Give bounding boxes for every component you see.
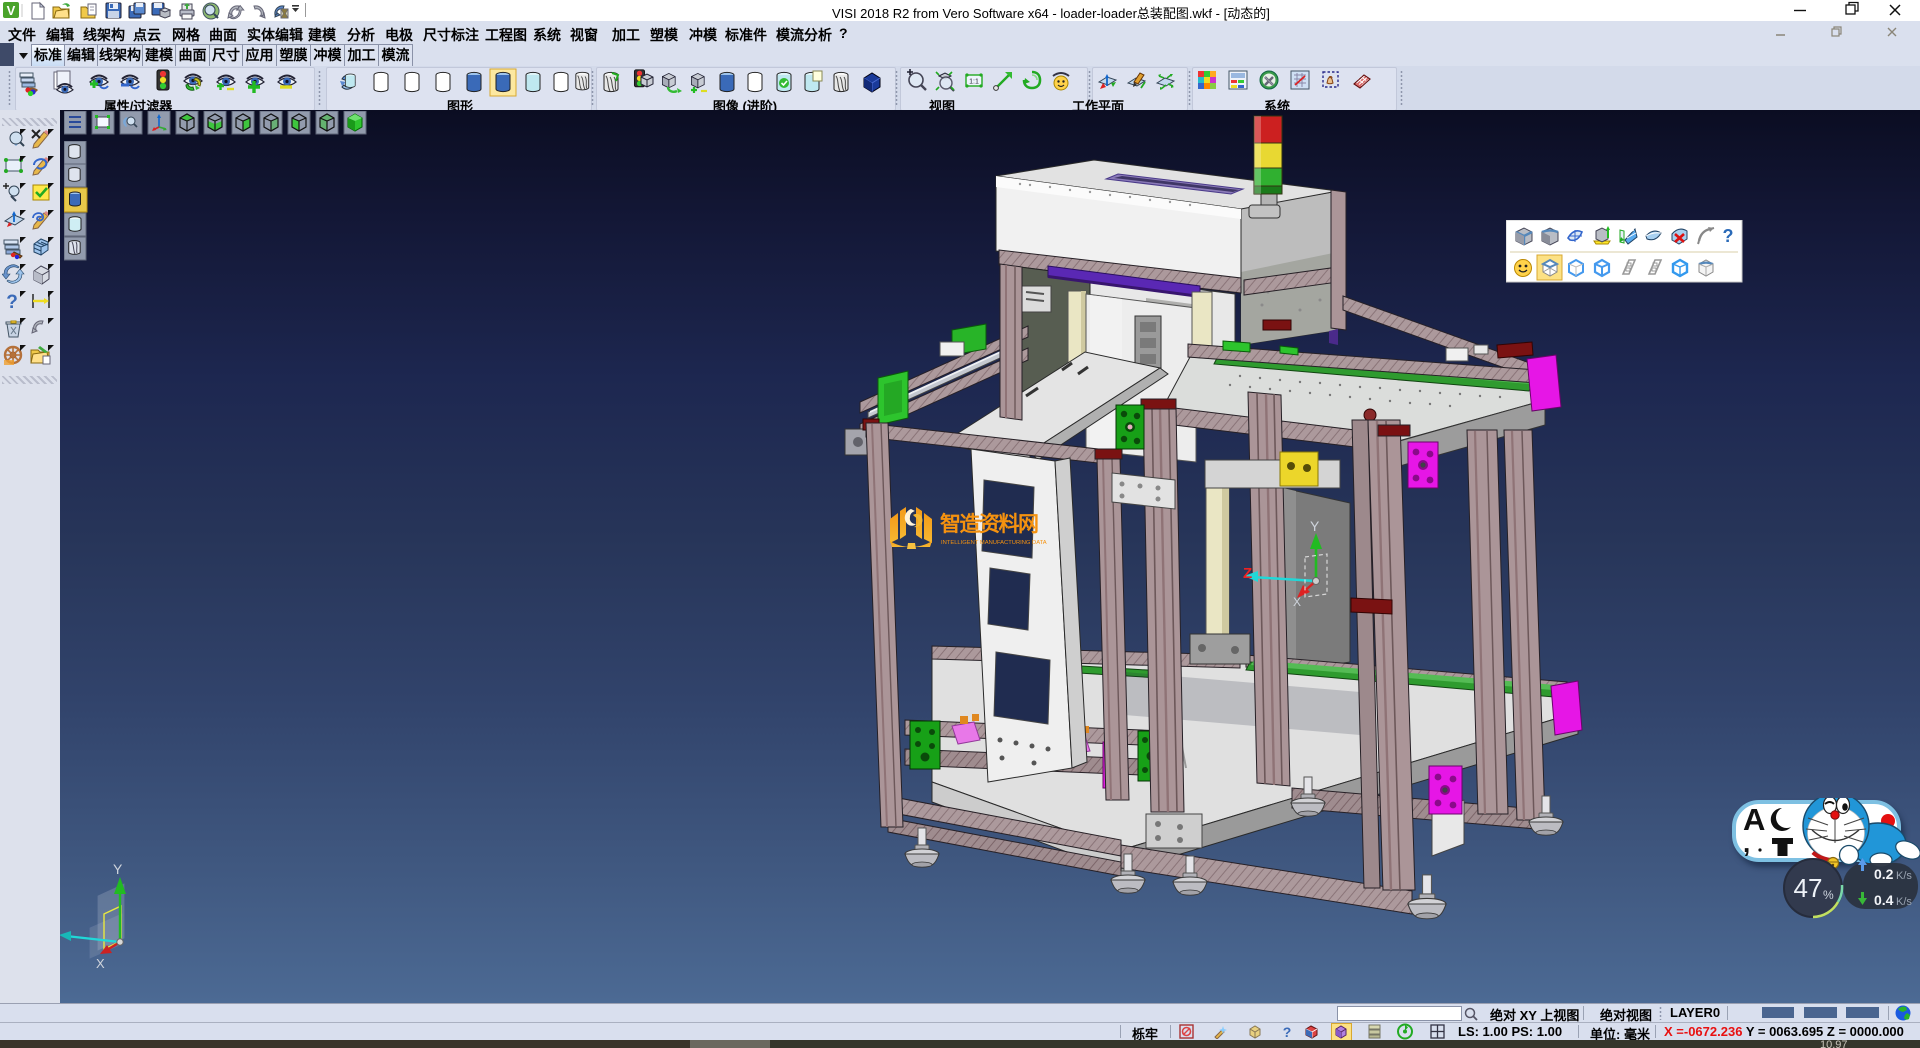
svg-text:Y: Y xyxy=(113,861,123,877)
svg-text:V: V xyxy=(7,3,16,18)
svg-text:0.4: 0.4 xyxy=(1874,892,1894,908)
svg-text:1:1: 1:1 xyxy=(969,79,979,86)
svg-text:?: ? xyxy=(1283,1024,1292,1040)
svg-text:Y: Y xyxy=(1310,518,1320,534)
svg-text:K/s: K/s xyxy=(1896,870,1912,882)
svg-text:K/s: K/s xyxy=(1896,896,1912,908)
svg-text:47: 47 xyxy=(1794,873,1823,903)
svg-text:?: ? xyxy=(6,292,18,313)
svg-text:智造资料网: 智造资料网 xyxy=(940,512,1038,536)
svg-text:%: % xyxy=(1823,888,1834,902)
svg-text:X: X xyxy=(1293,595,1301,609)
svg-text:Z: Z xyxy=(1243,565,1252,582)
svg-text:,: , xyxy=(1743,828,1750,858)
svg-text:?: ? xyxy=(1723,226,1734,246)
svg-text:0.2: 0.2 xyxy=(1874,866,1894,882)
svg-text:INTELLIGENT MANUFACTURING DATA: INTELLIGENT MANUFACTURING DATA xyxy=(941,540,1047,546)
svg-text:X: X xyxy=(96,956,105,971)
